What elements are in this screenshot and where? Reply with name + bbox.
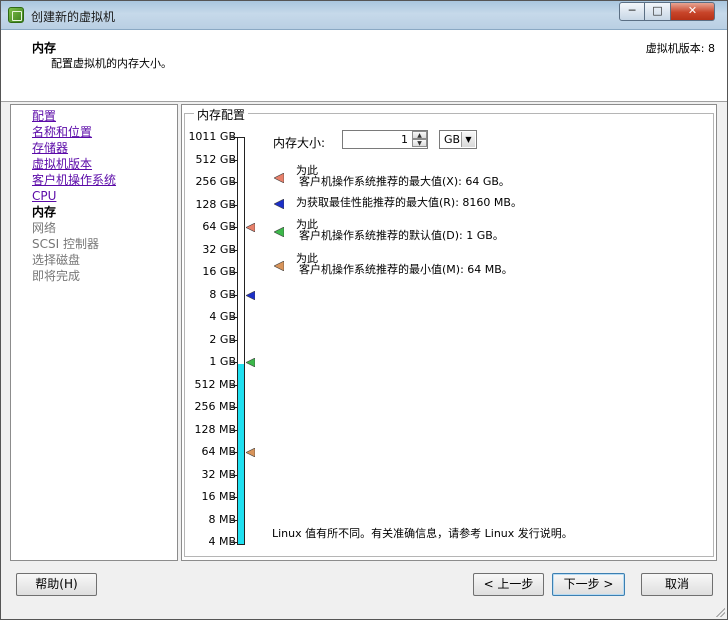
min-marker-icon xyxy=(274,261,284,271)
step-cpu[interactable]: CPU xyxy=(32,189,56,203)
memory-unit-value: GB xyxy=(444,133,461,146)
window-title: 创建新的虚拟机 xyxy=(31,10,116,24)
scale-label: 64 GB xyxy=(202,220,236,233)
vm-version-label: 虚拟机版本: 8 xyxy=(645,42,715,55)
resize-grip[interactable] xyxy=(715,607,725,617)
scale-tick xyxy=(231,317,237,318)
scale-tick xyxy=(231,452,237,453)
page-title: 内存 xyxy=(32,41,57,55)
scale-tick xyxy=(231,227,237,228)
default-marker-icon xyxy=(274,227,284,237)
scale-label: 128 MB xyxy=(194,422,236,436)
step-name-location[interactable]: 名称和位置 xyxy=(32,125,92,139)
scale-label: 256 GB xyxy=(195,175,236,188)
memory-unit-select[interactable]: GB ▼ xyxy=(439,130,477,149)
scale-tick xyxy=(231,205,237,206)
scale-max-performance-marker xyxy=(246,291,255,300)
legend-default: 客户机操作系统推荐的默认值(D): 1 GB。 xyxy=(299,229,504,242)
scale-tick xyxy=(231,272,237,273)
memory-size-stepper[interactable]: 1 ▲ ▼ xyxy=(342,130,428,149)
scale-tick xyxy=(231,295,237,296)
next-button[interactable]: 下一步 > xyxy=(552,573,625,596)
step-storage[interactable]: 存储器 xyxy=(32,141,68,155)
scale-tick xyxy=(231,497,237,498)
max-guest-marker-icon xyxy=(274,173,284,183)
scale-tick xyxy=(231,362,237,363)
scale-label: 8 GB xyxy=(209,287,236,301)
scale-tick xyxy=(231,407,237,408)
scale-min-marker xyxy=(246,448,255,457)
scale-label: 16 GB xyxy=(202,265,236,278)
scale-label: 1 GB xyxy=(209,355,236,368)
scale-label: 32 MB xyxy=(201,467,236,481)
scale-default-marker xyxy=(246,358,255,367)
step-scsi-controller: SCSI 控制器 xyxy=(32,237,99,251)
step-network: 网络 xyxy=(32,221,57,235)
memory-size-label: 内存大小: xyxy=(273,136,326,150)
wizard-window: 创建新的虚拟机 ─ □ ✕ 内存 配置虚拟机的内存大小。 虚拟机版本: 8 配置… xyxy=(0,0,728,620)
scale-label: 8 MB xyxy=(208,512,236,526)
memory-config-title: 内存配置 xyxy=(194,106,249,123)
step-config[interactable]: 配置 xyxy=(32,109,56,123)
scale-tick xyxy=(231,520,237,521)
scale-label: 512 GB xyxy=(195,152,236,166)
step-ready-to-complete: 即将完成 xyxy=(32,269,81,283)
wizard-steps-nav: 配置 名称和位置 存储器 虚拟机版本 客户机操作系统 CPU 内存 网络 SCS… xyxy=(10,104,178,561)
scale-tick xyxy=(231,475,237,476)
dropdown-arrow-icon[interactable]: ▼ xyxy=(461,132,475,147)
memory-size-input[interactable]: 1 xyxy=(343,131,411,148)
scale-label: 16 MB xyxy=(201,490,236,503)
maximize-button[interactable]: □ xyxy=(645,2,671,21)
scale-label: 64 MB xyxy=(201,445,236,458)
page-subtitle: 配置虚拟机的内存大小。 xyxy=(51,57,172,70)
max-performance-marker-icon xyxy=(274,199,284,209)
close-button[interactable]: ✕ xyxy=(671,2,715,21)
scale-tick xyxy=(231,250,237,251)
scale-label: 4 GB xyxy=(209,310,236,323)
scale-tick xyxy=(231,340,237,341)
step-guest-os[interactable]: 客户机操作系统 xyxy=(32,173,116,187)
memory-panel: 内存配置 xyxy=(181,104,717,561)
memory-slider-track[interactable] xyxy=(237,137,245,545)
help-button[interactable]: 帮助(H) xyxy=(16,573,97,596)
scale-label: 128 GB xyxy=(195,197,236,211)
scale-max-guest-marker xyxy=(246,223,255,232)
wizard-header: 内存 配置虚拟机的内存大小。 虚拟机版本: 8 xyxy=(1,30,727,102)
legend-max-performance: 为获取最佳性能推荐的最大值(R): 8160 MB。 xyxy=(296,196,522,209)
scale-tick xyxy=(231,385,237,386)
step-vm-version[interactable]: 虚拟机版本 xyxy=(32,157,92,171)
scale-label: 32 GB xyxy=(202,242,236,256)
memory-slider-fill xyxy=(238,364,244,544)
scale-label: 256 MB xyxy=(194,400,236,413)
scale-label: 1011 GB xyxy=(188,130,236,143)
minimize-button[interactable]: ─ xyxy=(619,2,645,21)
vsphere-app-icon xyxy=(8,7,24,23)
spin-up-arrow-icon[interactable]: ▲ xyxy=(412,131,427,139)
scale-tick xyxy=(231,137,237,138)
title-bar[interactable]: 创建新的虚拟机 ─ □ ✕ xyxy=(1,1,727,30)
scale-label: 4 MB xyxy=(208,535,236,548)
linux-footnote: Linux 值有所不同。有关准确信息，请参考 Linux 发行说明。 xyxy=(272,527,573,540)
scale-label: 512 MB xyxy=(194,377,236,391)
scale-tick xyxy=(231,160,237,161)
scale-tick xyxy=(231,430,237,431)
scale-tick xyxy=(231,182,237,183)
legend-min: 客户机操作系统推荐的最小值(M): 64 MB。 xyxy=(299,263,513,276)
spin-down-arrow-icon[interactable]: ▼ xyxy=(412,139,427,147)
step-memory: 内存 xyxy=(32,205,57,219)
scale-tick xyxy=(231,542,237,543)
step-select-disk: 选择磁盘 xyxy=(32,253,81,267)
scale-label: 2 GB xyxy=(209,332,236,346)
back-button[interactable]: < 上一步 xyxy=(473,573,544,596)
cancel-button[interactable]: 取消 xyxy=(641,573,713,596)
legend-max-guest: 客户机操作系统推荐的最大值(X): 64 GB。 xyxy=(299,175,510,188)
